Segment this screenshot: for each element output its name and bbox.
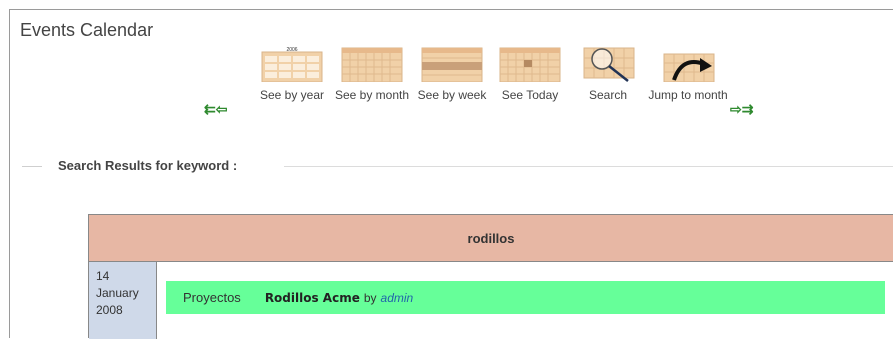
event-author-link[interactable]: admin [381,291,414,305]
nav-label: Jump to month [648,88,728,102]
event-item[interactable]: Proyectos Rodillos Acme by admin [166,281,885,314]
year-badge: 2006 [286,47,297,53]
keyword-text: rodillos [467,230,515,246]
magnifier-icon [583,47,635,82]
search-results-heading: Search Results for keyword : [0,158,893,174]
date-cell: 14 January 2008 [89,262,157,339]
search-results-label: Search Results for keyword : [58,158,238,173]
nav-label: Search [588,88,628,102]
nav-search[interactable]: Search [568,46,648,104]
event-category: Proyectos [183,290,241,305]
page-title: Events Calendar [20,20,154,40]
nav-jump-to-month[interactable]: Jump to month [648,46,728,104]
nav-see-by-year[interactable]: 2006 See by year [252,46,332,104]
calendar-today-icon [499,47,561,82]
calendar-year-icon: 2006 [261,47,323,82]
event-title-link[interactable]: Rodillos Acme [265,291,360,305]
date-day: 14 [96,269,110,283]
next-arrows-icon[interactable]: ⇨⇉ [730,101,753,118]
event-by-label: by [363,290,377,305]
prev-arrows-icon[interactable]: ⇇⇦ [204,101,227,118]
nav-label: See by year [259,88,325,102]
nav-label: See by week [417,88,487,102]
jump-arrow-icon [663,53,715,82]
nav-see-by-month[interactable]: See by month [332,46,412,104]
nav-see-today[interactable]: See Today [490,46,570,104]
results-table: rodillos 14 January 2008 Proyectos Rodil… [88,214,893,339]
nav-label: See by month [334,88,410,102]
date-year: 2008 [96,303,123,317]
nav-label: See Today [501,88,559,102]
date-month: January [96,286,139,300]
calendar-week-icon [421,47,483,82]
divider [284,166,893,167]
calendar-month-icon [341,47,403,82]
results-keyword-header: rodillos [89,215,893,262]
calendar-nav: ⇇⇦ 2006 See by year See by month See by … [0,46,893,136]
nav-see-by-week[interactable]: See by week [412,46,492,104]
divider [22,166,42,167]
